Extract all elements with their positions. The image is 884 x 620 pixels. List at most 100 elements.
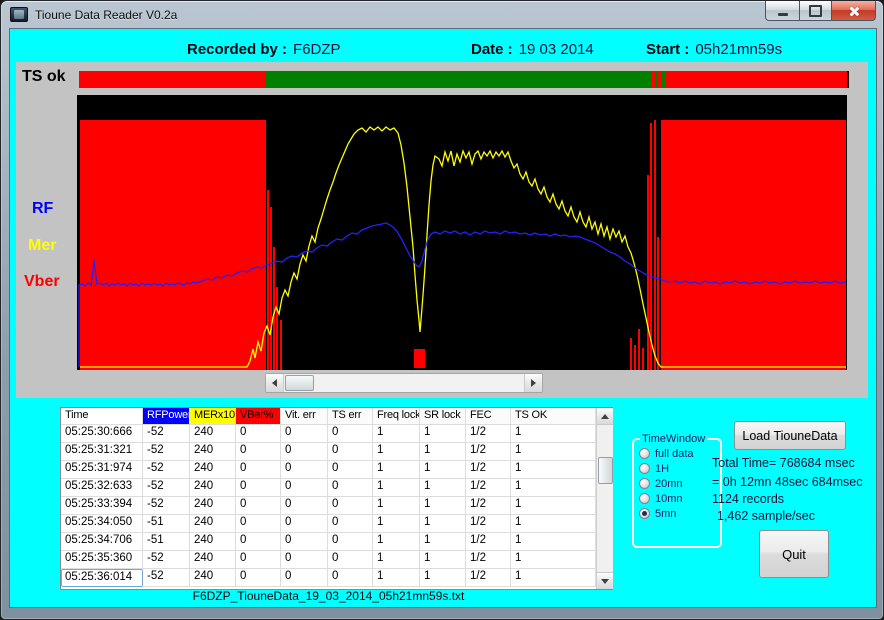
column-header-freq-lock[interactable]: Freq lock	[373, 408, 420, 425]
table-cell: 05:25:31:974	[61, 461, 143, 479]
scroll-right-button[interactable]	[524, 374, 542, 392]
table-cell: 05:25:33:394	[61, 497, 143, 515]
table-cell: 0	[328, 515, 373, 533]
table-cell: 1	[511, 515, 596, 533]
sample-rate-text: 1,462 sample/sec	[712, 508, 872, 525]
table-cell: -52	[143, 425, 190, 443]
radio-icon	[639, 463, 650, 474]
ts-bar-segment	[265, 71, 652, 88]
table-cell: 1	[511, 569, 596, 587]
table-cell: -52	[143, 551, 190, 569]
ts-ok-label: TS ok	[22, 68, 66, 86]
table-cell: 1	[373, 569, 420, 587]
scroll-thumb[interactable]	[285, 375, 314, 391]
signal-loss-region	[414, 349, 425, 368]
table-cell: 0	[236, 551, 281, 569]
table-cell: 0	[328, 497, 373, 515]
maximize-button[interactable]	[800, 1, 832, 21]
table-row[interactable]: 05:25:33:394-52240000111/21	[61, 497, 596, 515]
table-cell: 240	[190, 551, 236, 569]
recorded-by-value: F6DZP	[293, 41, 341, 58]
table-row[interactable]: 05:25:34:050-51240000111/21	[61, 515, 596, 533]
column-header-ts-err[interactable]: TS err	[328, 408, 373, 425]
table-cell: 240	[190, 533, 236, 551]
date-value: 19 03 2014	[519, 41, 594, 58]
table-cell: 1/2	[466, 497, 511, 515]
chart-scrollbar[interactable]	[265, 373, 543, 393]
column-header-vit-err[interactable]: Vit. err	[281, 408, 328, 425]
arrow-up-icon	[601, 414, 609, 419]
time-window-option-5mn[interactable]: 5mn	[639, 506, 717, 521]
table-cell: 0	[236, 533, 281, 551]
table-cell: 1	[420, 479, 466, 497]
table-cell: -52	[143, 479, 190, 497]
scroll-down-button[interactable]	[597, 572, 613, 589]
table-cell: 0	[328, 551, 373, 569]
minimize-button[interactable]	[765, 1, 800, 21]
radio-label: 1H	[655, 463, 669, 475]
title-bar[interactable]: Tioune Data Reader V0.2a	[1, 1, 883, 28]
table-row[interactable]: 05:25:34:706-51240000111/21	[61, 533, 596, 551]
table-row[interactable]: 05:25:31:974-52240000111/21	[61, 461, 596, 479]
column-header-vber-[interactable]: VBer%	[236, 408, 281, 425]
time-window-option-1H[interactable]: 1H	[639, 461, 717, 476]
column-header-time[interactable]: Time	[61, 408, 143, 425]
table-row[interactable]: 05:25:31:321-52240000111/21	[61, 443, 596, 461]
rf-trace-label: RF	[32, 201, 53, 217]
table-cell: 1	[420, 443, 466, 461]
table-cell: 240	[190, 443, 236, 461]
radio-icon	[639, 478, 650, 489]
table-cell: 0	[281, 425, 328, 443]
radio-label: 20mn	[655, 478, 683, 490]
quit-button[interactable]: Quit	[759, 530, 829, 578]
records-text: 1124 records	[712, 491, 872, 508]
table-cell: 1	[420, 515, 466, 533]
table-cell: 1	[373, 551, 420, 569]
scroll-up-button[interactable]	[597, 408, 613, 425]
table-cell: 0	[281, 461, 328, 479]
table-cell: 1	[511, 551, 596, 569]
column-header-rfpower[interactable]: RFPower	[143, 408, 190, 425]
table-cell: 0	[236, 569, 281, 587]
time-window-option-10mn[interactable]: 10mn	[639, 491, 717, 506]
scroll-left-button[interactable]	[266, 374, 284, 392]
data-table: TimeRFPowerMERx10VBer%Vit. errTS errFreq…	[60, 407, 613, 590]
table-scroll-thumb[interactable]	[598, 457, 613, 484]
table-header-row: TimeRFPowerMERx10VBer%Vit. errTS errFreq…	[61, 408, 596, 425]
table-cell: 0	[236, 497, 281, 515]
signal-loss-region	[80, 120, 266, 370]
table-cell: 0	[328, 461, 373, 479]
table-cell: 0	[281, 551, 328, 569]
table-cell: 1/2	[466, 533, 511, 551]
table-cell: 1	[373, 443, 420, 461]
table-row[interactable]: 05:25:30:666-52240000111/21	[61, 425, 596, 443]
table-cell: -51	[143, 533, 190, 551]
radio-icon	[639, 493, 650, 504]
time-window-option-20mn[interactable]: 20mn	[639, 476, 717, 491]
time-window-options: full data 1H 20mn 10mn 5mn	[639, 446, 717, 521]
load-data-button[interactable]: Load TiouneData	[734, 421, 846, 450]
column-header-merx10[interactable]: MERx10	[190, 408, 236, 425]
column-header-fec[interactable]: FEC	[466, 408, 511, 425]
close-button[interactable]	[832, 1, 876, 21]
total-time-text: Total Time= 768684 msec	[712, 455, 872, 472]
table-cell: 1	[373, 461, 420, 479]
arrow-left-icon	[272, 379, 277, 387]
time-window-option-full-data[interactable]: full data	[639, 446, 717, 461]
ts-bar-segment	[665, 71, 847, 88]
table-cell: 0	[328, 569, 373, 587]
radio-label: 5mn	[655, 508, 676, 520]
table-row[interactable]: 05:25:35:360-52240000111/21	[61, 551, 596, 569]
radio-label: 10mn	[655, 493, 683, 505]
scroll-track[interactable]	[284, 374, 524, 392]
radio-label: full data	[655, 448, 694, 460]
column-header-sr-lock[interactable]: SR lock	[420, 408, 466, 425]
table-cell: 0	[281, 497, 328, 515]
table-scroll-track[interactable]	[597, 425, 613, 572]
column-header-ts-ok[interactable]: TS OK	[511, 408, 596, 425]
table-scrollbar[interactable]	[596, 408, 613, 589]
table-cell: 05:25:32:633	[61, 479, 143, 497]
table-row[interactable]: 05:25:36:014-52240000111/21	[61, 569, 596, 587]
table-cell: 1	[511, 533, 596, 551]
table-row[interactable]: 05:25:32:633-52240000111/21	[61, 479, 596, 497]
